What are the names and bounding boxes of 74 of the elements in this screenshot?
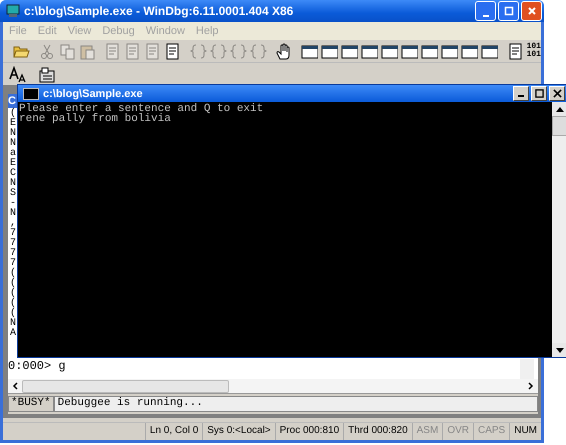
minimize-icon (518, 95, 524, 97)
scroll-down-icon[interactable] (556, 348, 564, 352)
close-button[interactable] (549, 86, 565, 101)
window-icon[interactable] (440, 42, 458, 60)
command-output: a (10, 149, 16, 159)
command-output: N (10, 129, 16, 139)
command-output: N (10, 179, 16, 189)
command-output: 7 (10, 229, 16, 239)
maximize-icon (504, 6, 514, 16)
command-output: N (10, 139, 16, 149)
command-output: 7 (10, 259, 16, 269)
window-icon[interactable] (340, 42, 358, 60)
command-output: ( (10, 289, 16, 299)
command-output: ( (10, 279, 16, 289)
command-output: 0:000> g (8, 359, 67, 375)
horizontal-scrollbar[interactable] (8, 379, 538, 393)
command-output: 7 (10, 249, 16, 259)
options-icon[interactable] (38, 66, 55, 82)
status-pane: Sys 0:<Local> (202, 423, 275, 440)
window-icon[interactable] (420, 42, 438, 60)
status-pane: Proc 000:810 (274, 423, 344, 440)
command-output: C (10, 169, 16, 179)
document-icon[interactable] (506, 42, 524, 60)
vertical-scrollbar[interactable] (520, 359, 534, 379)
console-icon (23, 88, 39, 100)
window-title: c:\blog\Sample.exe (43, 88, 143, 100)
command-output: - (10, 199, 16, 209)
status-pane: NUM (509, 423, 541, 440)
command-output: N (10, 319, 16, 329)
status-pane: Thrd 000:820 (343, 423, 412, 440)
command-output: 7 (10, 239, 16, 249)
vertical-scrollbar[interactable] (552, 102, 566, 357)
window-icon[interactable] (380, 42, 398, 60)
command-output: ( (10, 299, 16, 309)
status-pane: OVR (442, 423, 473, 440)
command-output: S (10, 189, 16, 199)
window-icon[interactable] (460, 42, 478, 60)
status-pane: Ln 0, Col 0 (144, 423, 202, 440)
document-icon[interactable] (164, 42, 182, 60)
command-output: ( (10, 309, 16, 319)
close-icon (552, 89, 562, 98)
console-output: Please enter a sentence and Q to exit (19, 104, 264, 114)
command-output: A (10, 329, 16, 339)
status-pane: ASM (412, 423, 442, 440)
maximize-button[interactable] (531, 86, 547, 101)
command-output: E (10, 159, 16, 169)
window-icon[interactable] (400, 42, 418, 60)
minimize-icon (482, 15, 488, 17)
window-icon[interactable] (360, 42, 378, 60)
command-output: E (10, 119, 16, 129)
scroll-left-icon[interactable] (12, 382, 18, 390)
command-output: ( (10, 109, 16, 119)
command-output: ( (10, 269, 16, 279)
window-title: C (8, 94, 17, 108)
hand-icon[interactable] (275, 42, 292, 60)
window-icon[interactable] (300, 42, 318, 60)
maximize-icon (534, 89, 544, 98)
scroll-right-icon[interactable] (528, 382, 534, 390)
minimize-button[interactable] (513, 86, 529, 101)
scroll-up-icon[interactable] (556, 106, 564, 112)
window-icon[interactable] (480, 42, 498, 60)
close-icon (526, 6, 536, 16)
window-title: c:\blog\Sample.exe - WinDbg:6.11.0001.404 X86 (24, 4, 294, 18)
status-pane: CAPS (472, 423, 510, 440)
busy-indicator: *BUSY* (8, 396, 54, 412)
app-icon (6, 4, 20, 18)
command-input[interactable]: Debuggee is running... (54, 396, 538, 412)
command-output: N (10, 209, 16, 219)
scroll-thumb[interactable] (552, 116, 566, 136)
console-output: rene pally from bolivia (19, 114, 172, 124)
command-output: , (10, 219, 16, 229)
font-size-icon[interactable] (9, 66, 26, 82)
binary-display-button[interactable]: 101 101 (526, 43, 541, 59)
window-icon[interactable] (320, 42, 338, 60)
